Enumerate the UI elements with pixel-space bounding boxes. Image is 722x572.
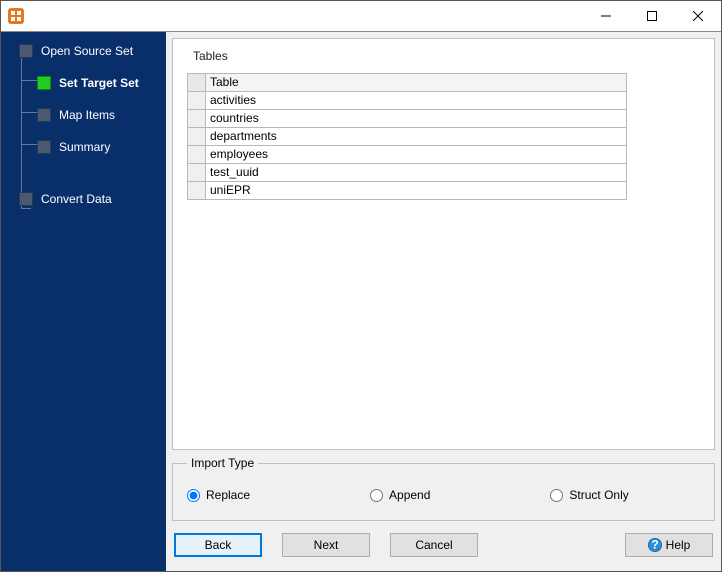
step-marker-icon [37, 140, 51, 154]
tables-grid[interactable]: Table activitiescountriesdepartmentsempl… [187, 73, 627, 200]
table-row[interactable]: activities [188, 92, 627, 110]
radio-replace-input[interactable] [187, 489, 200, 502]
column-header-table[interactable]: Table [206, 74, 627, 92]
radio-replace-label: Replace [206, 488, 250, 502]
table-cell[interactable]: activities [206, 92, 627, 110]
next-button-label: Next [314, 538, 339, 552]
cancel-button[interactable]: Cancel [390, 533, 478, 557]
step-convert-data[interactable]: Convert Data [5, 188, 162, 210]
step-label: Map Items [59, 108, 115, 122]
row-header-cell [188, 128, 206, 146]
help-icon: ? [648, 538, 662, 552]
titlebar [1, 1, 721, 31]
table-row[interactable]: departments [188, 128, 627, 146]
step-marker-icon [37, 76, 51, 90]
step-map-items[interactable]: Map Items [5, 104, 162, 126]
radio-struct-label: Struct Only [569, 488, 628, 502]
step-label: Summary [59, 140, 110, 154]
row-header-cell [188, 92, 206, 110]
table-cell[interactable]: countries [206, 110, 627, 128]
help-button[interactable]: ? Help [625, 533, 713, 557]
radio-append-label: Append [389, 488, 430, 502]
row-header-corner [188, 74, 206, 92]
step-marker-icon [37, 108, 51, 122]
tables-title: Tables [193, 49, 704, 63]
table-cell[interactable]: employees [206, 146, 627, 164]
next-button[interactable]: Next [282, 533, 370, 557]
radio-replace[interactable]: Replace [187, 488, 250, 502]
table-row[interactable]: uniEPR [188, 182, 627, 200]
radio-append-input[interactable] [370, 489, 383, 502]
tables-panel: Tables Table activitiescountriesdepartme… [172, 38, 715, 450]
step-open-source-set[interactable]: Open Source Set [5, 40, 162, 62]
radio-struct-input[interactable] [550, 489, 563, 502]
row-header-cell [188, 146, 206, 164]
step-marker-icon [19, 44, 33, 58]
step-summary[interactable]: Summary [5, 136, 162, 158]
main-panel: Tables Table activitiescountriesdepartme… [166, 32, 721, 571]
back-button-label: Back [205, 538, 232, 552]
window-controls [583, 1, 721, 31]
step-marker-icon [19, 192, 33, 206]
step-label: Set Target Set [59, 76, 139, 90]
radio-append[interactable]: Append [370, 488, 430, 502]
close-button[interactable] [675, 1, 721, 31]
step-set-target-set[interactable]: Set Target Set [5, 72, 162, 94]
step-label: Convert Data [41, 192, 112, 206]
app-icon [7, 7, 25, 25]
table-row[interactable]: test_uuid [188, 164, 627, 182]
table-cell[interactable]: test_uuid [206, 164, 627, 182]
table-row[interactable]: employees [188, 146, 627, 164]
button-bar: Back Next Cancel ? Help [172, 527, 715, 565]
help-button-label: Help [666, 538, 691, 552]
table-row[interactable]: countries [188, 110, 627, 128]
table-cell[interactable]: uniEPR [206, 182, 627, 200]
row-header-cell [188, 164, 206, 182]
minimize-button[interactable] [583, 1, 629, 31]
svg-text:?: ? [651, 538, 658, 552]
import-type-fieldset: Import Type Replace Append Struct Only [172, 456, 715, 521]
table-cell[interactable]: departments [206, 128, 627, 146]
radio-struct-only[interactable]: Struct Only [550, 488, 628, 502]
maximize-button[interactable] [629, 1, 675, 31]
row-header-cell [188, 110, 206, 128]
step-label: Open Source Set [41, 44, 133, 58]
wizard-sidebar: Open Source Set Set Target Set Map Items… [1, 32, 166, 571]
import-type-legend: Import Type [187, 456, 258, 470]
back-button[interactable]: Back [174, 533, 262, 557]
wizard-window: Open Source Set Set Target Set Map Items… [0, 0, 722, 572]
row-header-cell [188, 182, 206, 200]
cancel-button-label: Cancel [415, 538, 452, 552]
